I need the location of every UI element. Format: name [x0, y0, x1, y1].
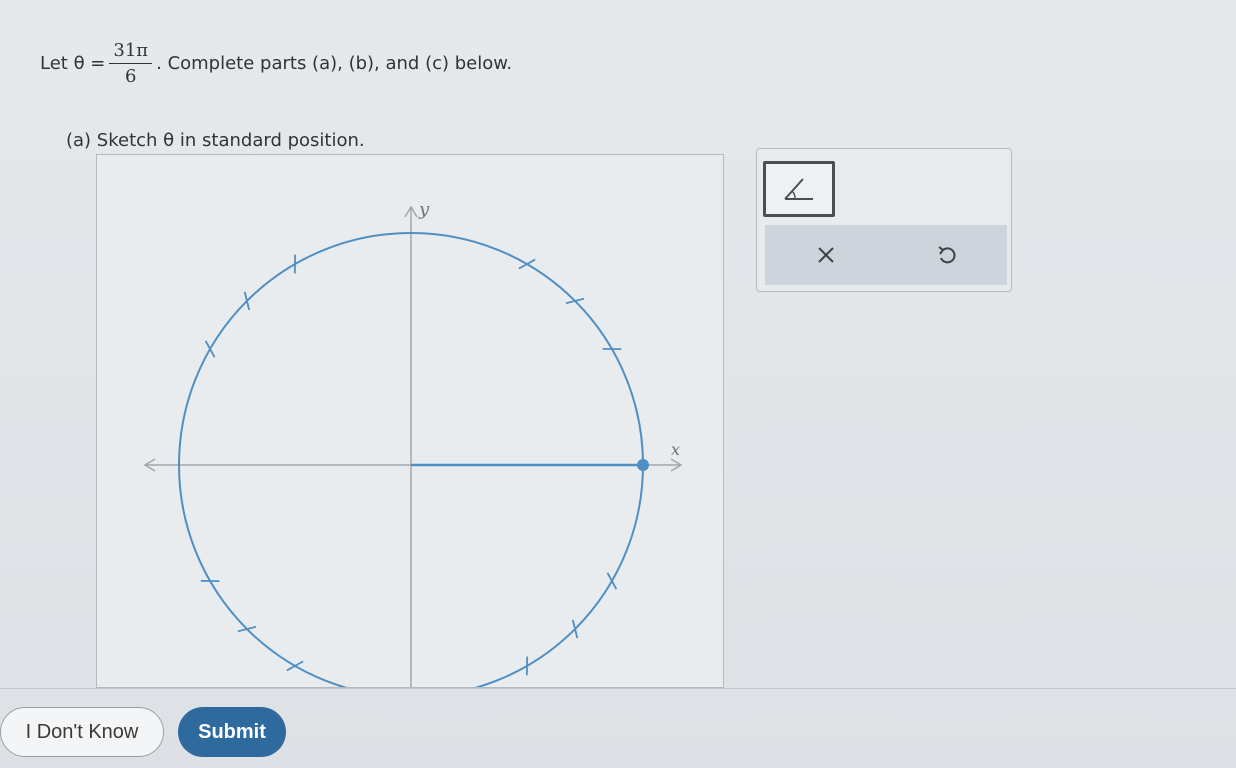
y-axis-label: y — [418, 199, 430, 220]
undo-button[interactable] — [886, 225, 1007, 285]
tool-actions — [765, 225, 1007, 285]
angle-tool-button[interactable] — [763, 161, 835, 217]
undo-icon — [937, 246, 955, 264]
tick-mark — [237, 625, 257, 633]
question-prompt: Let θ = 31π 6 . Complete parts (a), (b),… — [40, 40, 512, 87]
unit-circle-graph[interactable]: x y — [97, 155, 724, 688]
fraction-numerator: 31π — [109, 40, 153, 64]
terminal-point[interactable] — [637, 459, 649, 471]
dont-know-button[interactable]: I Don't Know — [0, 707, 164, 757]
question-suffix: . Complete parts (a), (b), and (c) below… — [156, 53, 513, 74]
page: Let θ = 31π 6 . Complete parts (a), (b),… — [0, 0, 1236, 768]
submit-button[interactable]: Submit — [178, 707, 286, 757]
tick-mark — [571, 619, 579, 639]
footer-divider — [0, 688, 1236, 689]
question-prefix: Let θ = — [40, 53, 106, 74]
delete-button[interactable] — [765, 225, 886, 285]
theta-fraction: 31π 6 — [109, 40, 153, 87]
tick-mark — [565, 297, 585, 305]
tick-mark — [243, 291, 251, 311]
graph-area[interactable]: x y — [96, 154, 724, 688]
x-icon — [817, 247, 834, 263]
x-axis-label: x — [671, 440, 680, 459]
angle-icon — [784, 178, 813, 200]
part-a-label: (a) Sketch θ in standard position. — [66, 130, 365, 151]
tool-panel — [756, 148, 1012, 292]
fraction-denominator: 6 — [125, 66, 137, 87]
